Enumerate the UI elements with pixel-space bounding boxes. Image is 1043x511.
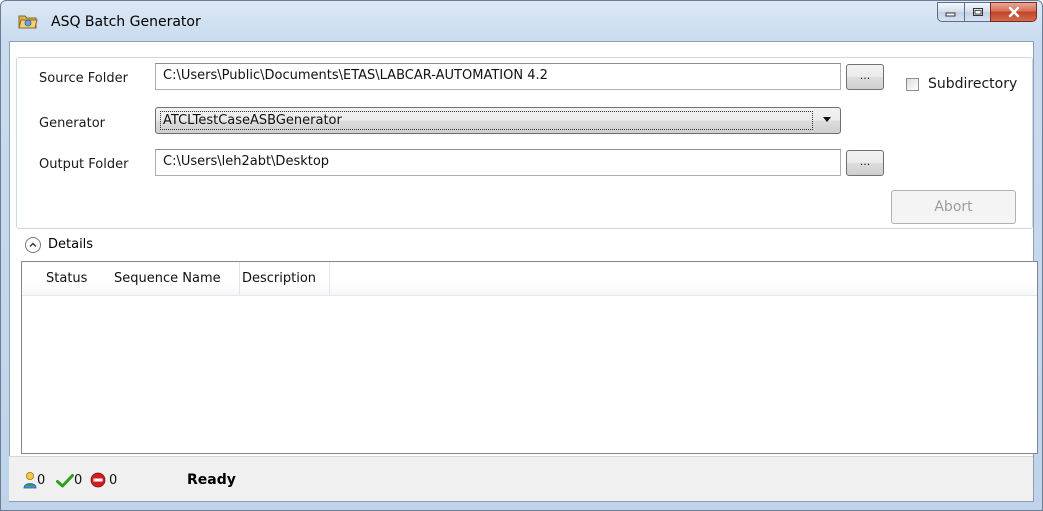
subdirectory-checkbox[interactable]: [906, 78, 919, 91]
checkmark-icon: [56, 474, 74, 488]
column-header-description[interactable]: Description: [240, 262, 330, 295]
output-folder-input[interactable]: C:\Users\leh2abt\Desktop: [155, 149, 841, 176]
maximize-icon: [972, 8, 983, 16]
title-bar[interactable]: ASQ Batch Generator: [1, 1, 1042, 41]
maximize-button[interactable]: [964, 2, 990, 22]
close-icon: [1008, 6, 1019, 18]
source-folder-label: Source Folder: [39, 71, 128, 86]
folder-icon: [18, 15, 38, 29]
abort-button[interactable]: Abort: [891, 190, 1016, 224]
status-text: Ready: [187, 472, 236, 488]
minimize-button[interactable]: [937, 2, 964, 22]
column-header-sequence-name[interactable]: Sequence Name: [110, 262, 240, 295]
minimize-icon: [945, 12, 956, 17]
chevron-down-icon: [823, 117, 831, 122]
error-count: 0: [109, 473, 118, 488]
generator-label: Generator: [39, 116, 106, 131]
output-browse-button[interactable]: ...: [846, 150, 884, 176]
stop-icon: [90, 472, 106, 488]
close-button[interactable]: [990, 2, 1037, 22]
generator-selected-value: ATCLTestCaseASBGenerator: [160, 111, 813, 130]
column-header-status[interactable]: Status: [38, 262, 110, 295]
subdirectory-label: Subdirectory: [928, 76, 1018, 92]
user-count: 0: [37, 473, 46, 488]
chevron-up-icon: [29, 242, 37, 247]
details-label: Details: [48, 237, 94, 252]
column-spacer: [22, 262, 38, 295]
source-browse-button[interactable]: ...: [846, 64, 884, 90]
source-folder-input[interactable]: C:\Users\Public\Documents\ETAS\LABCAR-AU…: [155, 63, 841, 90]
generator-dropdown[interactable]: ATCLTestCaseASBGenerator: [155, 107, 841, 134]
list-header: Status Sequence Name Description: [22, 262, 1037, 296]
user-icon: [23, 472, 37, 489]
status-bar: 0 0 0 Ready: [9, 456, 1033, 501]
details-list[interactable]: Status Sequence Name Description: [21, 261, 1038, 454]
window-title: ASQ Batch Generator: [51, 14, 201, 30]
details-expander-button[interactable]: [25, 237, 41, 253]
success-count: 0: [74, 473, 83, 488]
output-folder-label: Output Folder: [39, 157, 129, 172]
caption-buttons: [937, 2, 1037, 22]
